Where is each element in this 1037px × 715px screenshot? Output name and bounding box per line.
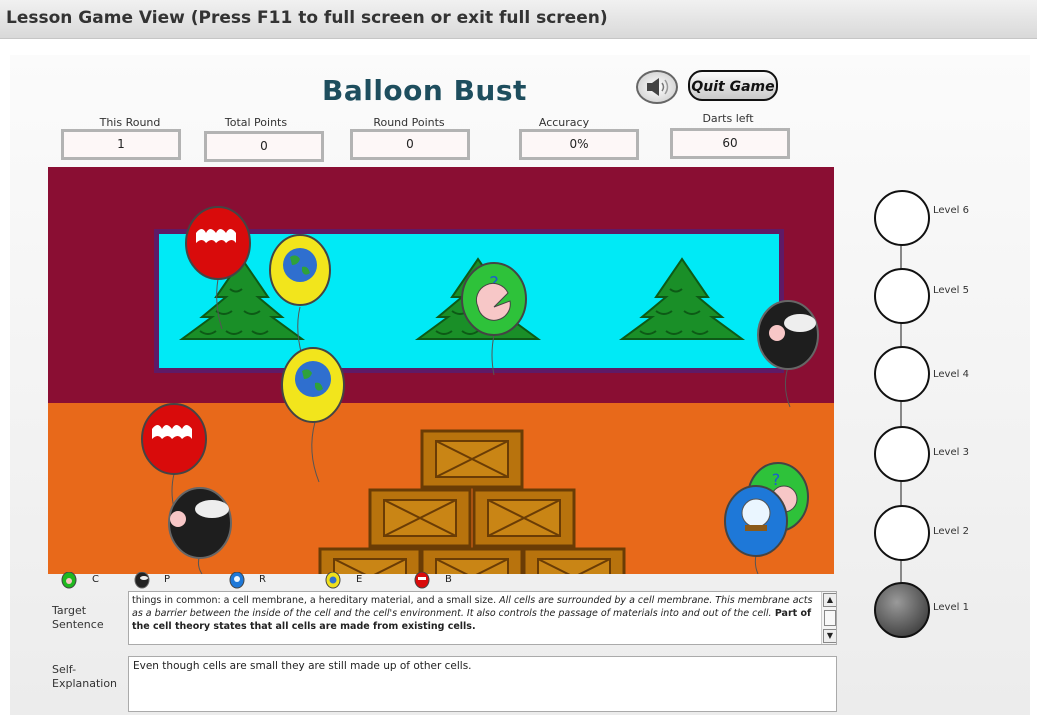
self-explanation-label: Self- Explanation (52, 663, 117, 691)
legend-item-e (324, 571, 342, 590)
scroll-up-arrow-icon[interactable]: ▲ (823, 593, 836, 607)
level-5-circle (874, 268, 930, 324)
stat-label-accuracy: Accuracy (538, 116, 590, 129)
game-scene[interactable]: ? ? (48, 167, 834, 574)
brain-balloon-icon[interactable] (185, 206, 251, 330)
legend-letter-p: P (164, 574, 171, 585)
stat-label-this-round: This Round (99, 116, 161, 129)
earth-balloon-icon[interactable] (281, 347, 345, 483)
level-6-label: Level 6 (933, 205, 969, 216)
game-title: Balloon Bust (322, 74, 527, 107)
legend-letter-r: R (259, 574, 266, 585)
quit-game-button[interactable]: Quit Game (688, 70, 778, 101)
target-sentence-box[interactable]: things in common: a cell membrane, a her… (128, 591, 837, 645)
level-6-circle (874, 190, 930, 246)
legend-item-r (228, 571, 246, 590)
stat-value-round-points: 0 (350, 129, 470, 160)
self-explanation-field[interactable]: Even though cells are small they are sti… (128, 656, 837, 712)
self-label-line2: Explanation (52, 677, 118, 690)
earth-balloon-icon (325, 571, 341, 589)
stat-value-accuracy: 0% (519, 129, 639, 160)
stat-label-total-points: Total Points (224, 116, 288, 129)
brain-balloon-icon (414, 571, 430, 589)
crystal-ball-balloon-icon (229, 571, 245, 589)
header-bar: Lesson Game View (Press F11 to full scre… (0, 0, 1037, 39)
self-explanation-text: Even though cells are small they are sti… (133, 660, 472, 672)
pacman-balloon-icon[interactable]: ? (461, 262, 527, 376)
target-label-line1: Target (52, 604, 87, 617)
level-3-circle (874, 426, 930, 482)
level-4-circle (874, 346, 930, 402)
scroll-down-arrow-icon[interactable]: ▼ (823, 629, 836, 643)
legend-letter-e: E (356, 574, 363, 585)
crystal-ball-balloon-icon[interactable] (724, 485, 788, 574)
level-1-label: Level 1 (933, 602, 969, 613)
scroll-thumb[interactable] (824, 610, 836, 626)
legend-letter-b: B (445, 574, 452, 585)
target-text-normal: things in common: a cell membrane, a her… (132, 595, 500, 606)
stat-value-total-points: 0 (204, 131, 324, 162)
stat-value-darts-left: 60 (670, 128, 790, 159)
self-label-line1: Self- (52, 663, 77, 676)
earth-balloon-icon[interactable] (269, 234, 331, 363)
level-1-circle (874, 582, 930, 638)
legend-item-p (133, 571, 151, 590)
level-5-label: Level 5 (933, 285, 969, 296)
svg-text:?: ? (772, 470, 781, 489)
target-scrollbar[interactable]: ▲ ▼ (821, 592, 836, 644)
stat-value-this-round: 1 (61, 129, 181, 160)
speech-balloon-icon[interactable] (757, 300, 819, 408)
speaker-icon (647, 78, 669, 96)
legend-item-b (413, 571, 431, 590)
legend-letter-c: C (92, 574, 99, 585)
legend-item-c (60, 571, 78, 590)
level-4-label: Level 4 (933, 369, 969, 380)
speech-balloon-icon[interactable] (168, 487, 232, 574)
level-2-label: Level 2 (933, 526, 969, 537)
stat-label-darts-left: Darts left (702, 112, 754, 125)
target-sentence-label: Target Sentence (52, 604, 104, 632)
speech-balloon-icon (134, 571, 150, 589)
stat-label-round-points: Round Points (373, 116, 445, 129)
sound-toggle-button[interactable] (636, 70, 678, 104)
balloon-layer[interactable]: ? ? (48, 167, 834, 574)
level-2-circle (874, 505, 930, 561)
page-title: Lesson Game View (Press F11 to full scre… (6, 8, 608, 28)
level-3-label: Level 3 (933, 447, 969, 458)
pacman-balloon-icon (61, 571, 77, 589)
target-label-line2: Sentence (52, 618, 104, 631)
